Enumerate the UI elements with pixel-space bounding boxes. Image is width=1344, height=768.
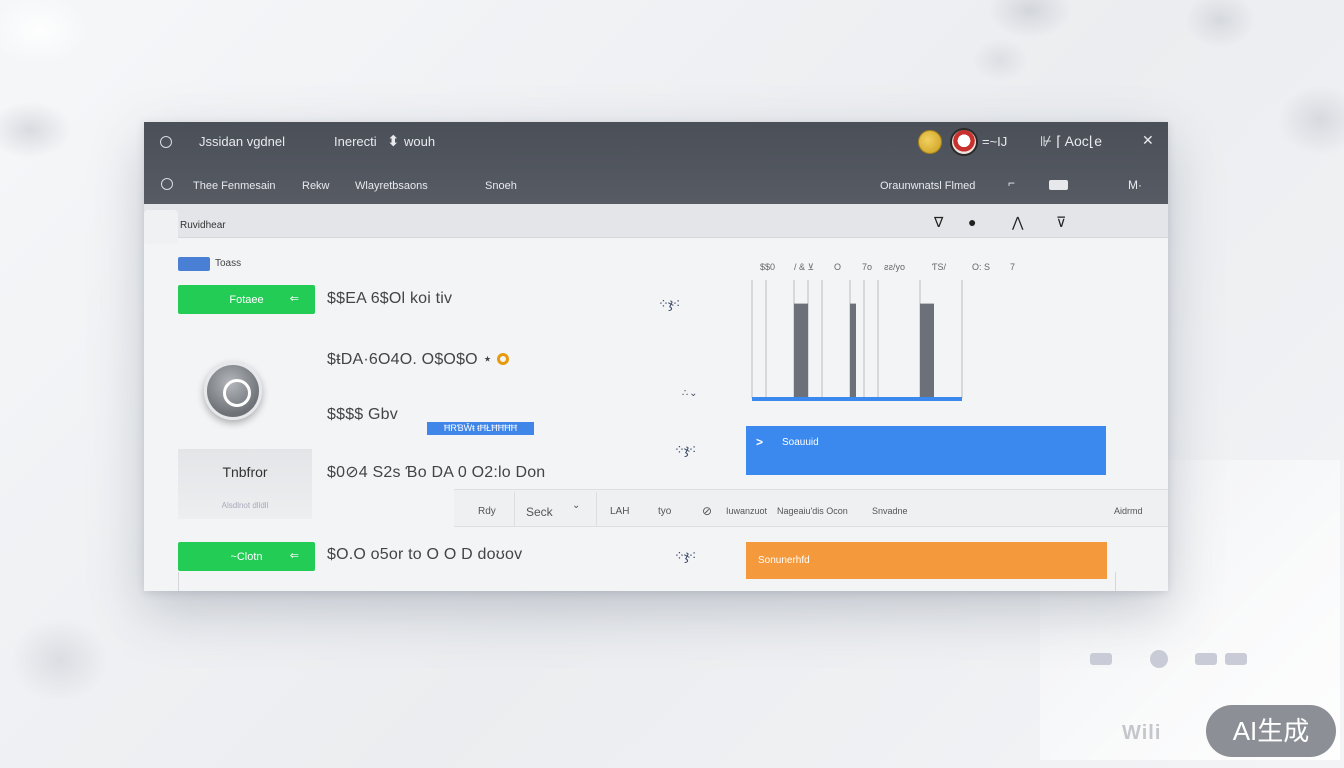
record-icon[interactable]: ● — [968, 214, 976, 230]
status-item-6[interactable]: Snvadne — [872, 506, 908, 516]
breadcrumb[interactable]: Ruvidhear — [180, 220, 226, 231]
close-icon[interactable]: ✕ — [1142, 132, 1154, 149]
content-frame — [178, 572, 1116, 591]
nav-item-2[interactable]: Wlayretbsaons — [355, 180, 428, 192]
chart-tick-label: 7 — [1010, 262, 1015, 272]
status-item-0[interactable]: Rdy — [478, 506, 496, 517]
glyph-icon-4: ⁘ჯ⁖ — [674, 548, 696, 563]
dock-item[interactable] — [1090, 653, 1112, 665]
chart-bar — [850, 303, 856, 398]
more-icon[interactable]: M· — [1128, 178, 1142, 192]
nav-item-0[interactable]: Thee Fenmesain — [193, 180, 276, 192]
legend-chip-label: Toass — [215, 258, 242, 269]
ai-generated-badge: AI生成 — [1206, 705, 1336, 757]
chart-tick-label: O: S — [972, 262, 990, 272]
clock-icon[interactable] — [161, 178, 173, 190]
main-content: Toass Fotaee ⇐ $$EA 6$Ol koi tiv $ŧDA·6O… — [144, 238, 1168, 591]
nav-bar: Thee Fenmesain Rekw Wlayretbsaons Snoeh … — [144, 166, 1168, 204]
arrow-left-icon: ⇐ — [289, 293, 299, 305]
secondary-button[interactable]: ~Clotn ⇐ — [178, 542, 315, 571]
status-divider — [596, 492, 597, 526]
dropdown-icon[interactable]: ⌄ — [572, 500, 580, 511]
filter-icon[interactable]: ∇ — [934, 214, 943, 231]
data-row-1: $ŧDA·6O4O. O$O$O ⋆ — [327, 349, 509, 369]
cursor-icon[interactable]: ⌐ — [1008, 176, 1015, 190]
nav-item-1[interactable]: Rekw — [302, 180, 330, 192]
profile-icon[interactable] — [204, 362, 262, 420]
data-row-0: $$EA 6$Ol koi tiv — [327, 290, 453, 307]
glyph-icon-1: ⁘ჯ⁖ — [658, 296, 680, 311]
status-bar: Rdy Seck ⌄ LAH tyo ⊘ Iuwanzuot Nageaiu'd… — [454, 489, 1168, 527]
data-row-3: $0⊘4 S2s Ɓo DA 0 O2:lo Don — [327, 464, 546, 481]
chevron-right-icon: > — [756, 435, 764, 449]
secondary-button-label: ~Clotn — [230, 550, 263, 563]
chart-bar — [920, 303, 934, 398]
status-item-1[interactable]: Seck — [526, 505, 553, 519]
chart-bar — [794, 303, 808, 398]
nav-item-search[interactable]: Snoeh — [485, 180, 517, 192]
toggle-icon[interactable] — [1049, 180, 1068, 190]
chart-tick-label: $$0 — [760, 262, 775, 272]
dock-item[interactable] — [1150, 650, 1168, 668]
watermark-text: Wili — [1122, 722, 1162, 744]
swap-icon[interactable]: ⬍ — [387, 132, 400, 150]
chart-tick-label: / & ⊻ — [794, 262, 814, 272]
user-menu[interactable]: =~IJ — [982, 134, 1007, 149]
window-title: Inerecti — [334, 134, 377, 149]
info-panel-title: Tnbfror — [222, 464, 268, 480]
coin-icon[interactable] — [918, 130, 942, 154]
blue-action-label: Soauuid — [782, 437, 819, 448]
status-tag[interactable]: ĦRƁŴŧ ŧĦŁĦĦĦĦ — [427, 422, 534, 435]
info-panel[interactable]: Tnbfror Alsdlnot dlldll — [178, 449, 312, 519]
data-row-4: $O.O o5or to O O D doʊov — [327, 546, 523, 563]
glyph-icon-2: ∴ ⌄ — [682, 388, 698, 399]
chart-tick-label: O — [834, 262, 841, 272]
data-row-2: $$$$ Gbv — [327, 406, 398, 423]
chart-tick-label: ƨƨ/yo — [884, 262, 905, 272]
app-window: Jssidan vgdnel Inerecti ⬍ wouh =~IJ ⊮ ⌈ … — [144, 122, 1168, 591]
dock-item[interactable] — [1195, 653, 1217, 665]
titlebar-top-row: Jssidan vgdnel Inerecti ⬍ wouh =~IJ ⊮ ⌈ … — [144, 122, 1168, 162]
toolbar: Ruvidhear ∇ ● ⋀ ⊽ — [144, 204, 1168, 244]
primary-button-label: Fotaee — [229, 293, 264, 306]
floating-dock — [1080, 645, 1260, 675]
info-panel-subtitle: Alsdlnot dlldll — [221, 501, 269, 510]
titlebar: Jssidan vgdnel Inerecti ⬍ wouh =~IJ ⊮ ⌈ … — [144, 122, 1168, 204]
status-item-2[interactable]: LAH — [610, 506, 629, 517]
chart-icon[interactable]: ⋀ — [1012, 214, 1023, 231]
status-dot-icon — [496, 353, 509, 365]
chart-tick-label: ƬS/ — [932, 262, 947, 272]
status-item-5[interactable]: Nageaiu'dis Ocon — [777, 506, 848, 516]
status-item-3[interactable]: tyo — [658, 506, 671, 517]
chart-tick-label: 7o — [862, 262, 872, 272]
status-divider — [514, 492, 515, 526]
avatar[interactable] — [950, 128, 978, 156]
bar-chart-svg: 0.$$0/ & ⊻O7oƨƨ/yoƬS/O: S7 — [751, 262, 1015, 401]
primary-button[interactable]: Fotaee ⇐ — [178, 285, 315, 314]
status-item-4[interactable]: Iuwanzuot — [726, 506, 767, 516]
nav-right-label[interactable]: Oraunwnatsl Flmed — [880, 180, 975, 192]
window-title-suffix: wouh — [404, 134, 436, 149]
arrow-left-icon: ⇐ — [289, 550, 299, 562]
dock-item[interactable] — [1225, 653, 1247, 665]
blue-action-bar[interactable]: > Soauuid — [746, 426, 1106, 475]
bar-chart: 0.$$0/ & ⊻O7oƨƨ/yoƬS/O: S7 — [744, 258, 1024, 408]
brand-logo: ⊮ ⌈ Aoc⌊e — [1040, 133, 1103, 149]
app-menu-icon[interactable] — [160, 136, 172, 148]
app-name: Jssidan vgdnel — [199, 134, 285, 149]
funnel-icon[interactable]: ⊽ — [1056, 214, 1066, 231]
glyph-icon-3: ⁘ჯ⁖ — [674, 442, 696, 457]
status-item-7[interactable]: Aidrmd — [1114, 506, 1143, 516]
legend-chip[interactable] — [178, 257, 210, 271]
link-icon[interactable]: ⊘ — [702, 504, 712, 518]
orange-action-label: Sonunerhfd — [758, 555, 810, 566]
